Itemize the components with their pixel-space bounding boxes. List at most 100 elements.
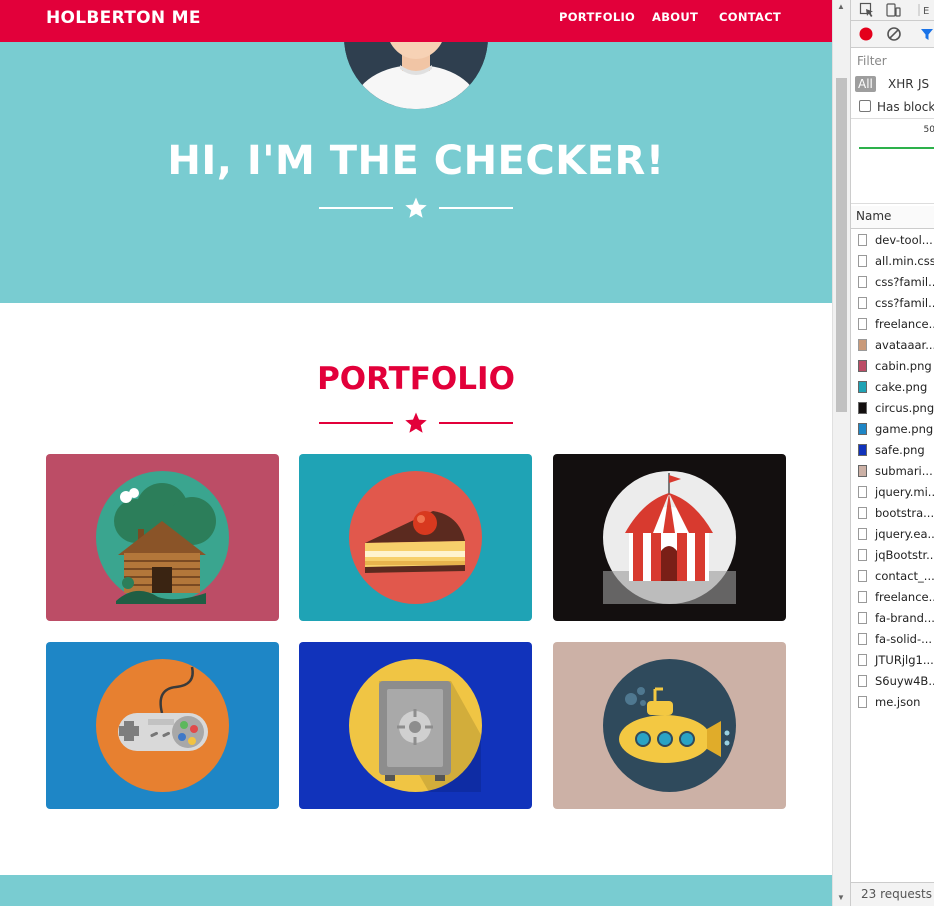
file-icon <box>858 318 867 330</box>
request-row[interactable]: freelance... <box>851 587 934 608</box>
file-icon <box>858 486 867 498</box>
request-name: submari... <box>875 464 933 478</box>
divider-line-right <box>439 422 513 424</box>
request-row[interactable]: S6uyw4B... <box>851 671 934 692</box>
filter-icon[interactable] <box>919 26 934 42</box>
hero-title: HI, I'M THE CHECKER! <box>167 138 665 184</box>
nav-link-about[interactable]: ABOUT <box>652 10 698 24</box>
portfolio-item-cabin[interactable] <box>46 454 279 621</box>
request-name: JTURjlg1... <box>875 653 934 667</box>
name-column-header[interactable]: Name <box>851 206 934 229</box>
scroll-up-icon[interactable]: ▲ <box>837 2 845 11</box>
devtools-network-panel: E Filter All XHR JS Has blocke 50 Name d… <box>850 0 934 906</box>
request-row[interactable]: css?famil... <box>851 293 934 314</box>
has-blocked-checkbox[interactable]: Has blocke <box>859 100 934 114</box>
request-row[interactable]: game.png <box>851 419 934 440</box>
portfolio-title: PORTFOLIO <box>317 361 515 397</box>
nav-link-portfolio[interactable]: PORTFOLIO <box>559 10 635 24</box>
request-name: S6uyw4B... <box>875 674 934 688</box>
divider-line-right <box>439 207 513 209</box>
file-icon <box>858 297 867 309</box>
request-row[interactable]: JTURjlg1... <box>851 650 934 671</box>
timeline-bar <box>859 147 934 149</box>
type-filter-js[interactable]: JS <box>915 76 932 92</box>
has-blocked-label: Has blocke <box>877 100 934 114</box>
page-scrollbar[interactable]: ▲ ▼ <box>832 0 850 906</box>
submarine-icon <box>603 659 736 792</box>
image-thumb-icon <box>858 444 867 456</box>
file-icon <box>858 255 867 267</box>
request-row[interactable]: freelance... <box>851 314 934 335</box>
portfolio-item-safe[interactable] <box>299 642 532 809</box>
image-thumb-icon <box>858 402 867 414</box>
request-name: dev-tool... <box>875 233 933 247</box>
file-icon <box>858 612 867 624</box>
portfolio-item-circus[interactable] <box>553 454 786 621</box>
request-row[interactable]: contact_... <box>851 566 934 587</box>
request-row[interactable]: jquery.ea... <box>851 524 934 545</box>
request-row[interactable]: me.json <box>851 692 934 713</box>
request-row[interactable]: jquery.mi... <box>851 482 934 503</box>
request-row[interactable]: css?famil... <box>851 272 934 293</box>
webpage-viewport: HI, I'M THE CHECKER! HOLBERTON ME PORTFO… <box>0 0 832 906</box>
file-icon <box>858 507 867 519</box>
type-filter-xhr[interactable]: XHR <box>885 76 917 92</box>
request-name: css?famil... <box>875 275 934 289</box>
request-row[interactable]: avataaar... <box>851 335 934 356</box>
devtools-status-bar: 23 requests <box>851 882 934 906</box>
star-icon <box>405 412 427 433</box>
request-name: jquery.mi... <box>875 485 934 499</box>
request-name: game.png <box>875 422 934 436</box>
request-name: fa-solid-... <box>875 632 933 646</box>
portfolio-item-submarine[interactable] <box>553 642 786 809</box>
scroll-down-icon[interactable]: ▼ <box>837 893 845 902</box>
request-name: cake.png <box>875 380 928 394</box>
portfolio-item-game[interactable] <box>46 642 279 809</box>
request-row[interactable]: fa-solid-... <box>851 629 934 650</box>
request-row[interactable]: circus.png <box>851 398 934 419</box>
checkbox-box[interactable] <box>859 100 871 112</box>
portfolio-item-cake[interactable] <box>299 454 532 621</box>
request-name: jquery.ea... <box>875 527 934 541</box>
request-name: circus.png <box>875 401 934 415</box>
navbar: HOLBERTON ME PORTFOLIO ABOUT CONTACT <box>0 0 832 42</box>
request-row[interactable]: cake.png <box>851 377 934 398</box>
clear-icon[interactable] <box>886 26 902 42</box>
image-thumb-icon <box>858 381 867 393</box>
file-icon <box>858 528 867 540</box>
scrollbar-thumb[interactable] <box>836 78 847 412</box>
devtools-top-toolbar: E <box>851 0 934 21</box>
name-header-label: Name <box>856 209 892 223</box>
request-row[interactable]: submari... <box>851 461 934 482</box>
inspect-element-icon[interactable] <box>859 2 875 18</box>
divider-line-left <box>319 207 393 209</box>
file-icon <box>858 675 867 687</box>
filter-input[interactable]: Filter <box>857 54 887 68</box>
request-name: bootstra... <box>875 506 934 520</box>
brand-logo[interactable]: HOLBERTON ME <box>46 8 201 28</box>
type-filter-all[interactable]: All <box>855 76 876 92</box>
request-row[interactable]: jqBootstr... <box>851 545 934 566</box>
cabin-icon <box>96 471 229 604</box>
request-row[interactable]: cabin.png <box>851 356 934 377</box>
panel-tab-icon[interactable]: E <box>917 2 933 18</box>
image-thumb-icon <box>858 465 867 477</box>
file-icon <box>858 696 867 708</box>
request-row[interactable]: fa-brand... <box>851 608 934 629</box>
nav-link-contact[interactable]: CONTACT <box>719 10 781 24</box>
record-icon[interactable] <box>858 26 874 42</box>
file-icon <box>858 591 867 603</box>
request-row[interactable]: all.min.css <box>851 251 934 272</box>
file-icon <box>858 234 867 246</box>
request-row[interactable]: safe.png <box>851 440 934 461</box>
timeline-tick-label: 50 <box>923 125 934 135</box>
request-row[interactable]: dev-tool... <box>851 230 934 251</box>
request-name: all.min.css <box>875 254 934 268</box>
file-icon <box>858 654 867 666</box>
hero-divider <box>319 196 513 220</box>
request-row[interactable]: bootstra... <box>851 503 934 524</box>
request-name: freelance... <box>875 590 934 604</box>
network-overview-timeline[interactable]: 50 <box>851 118 934 204</box>
hero-section: HI, I'M THE CHECKER! <box>0 0 832 303</box>
device-toolbar-icon[interactable] <box>885 2 901 18</box>
